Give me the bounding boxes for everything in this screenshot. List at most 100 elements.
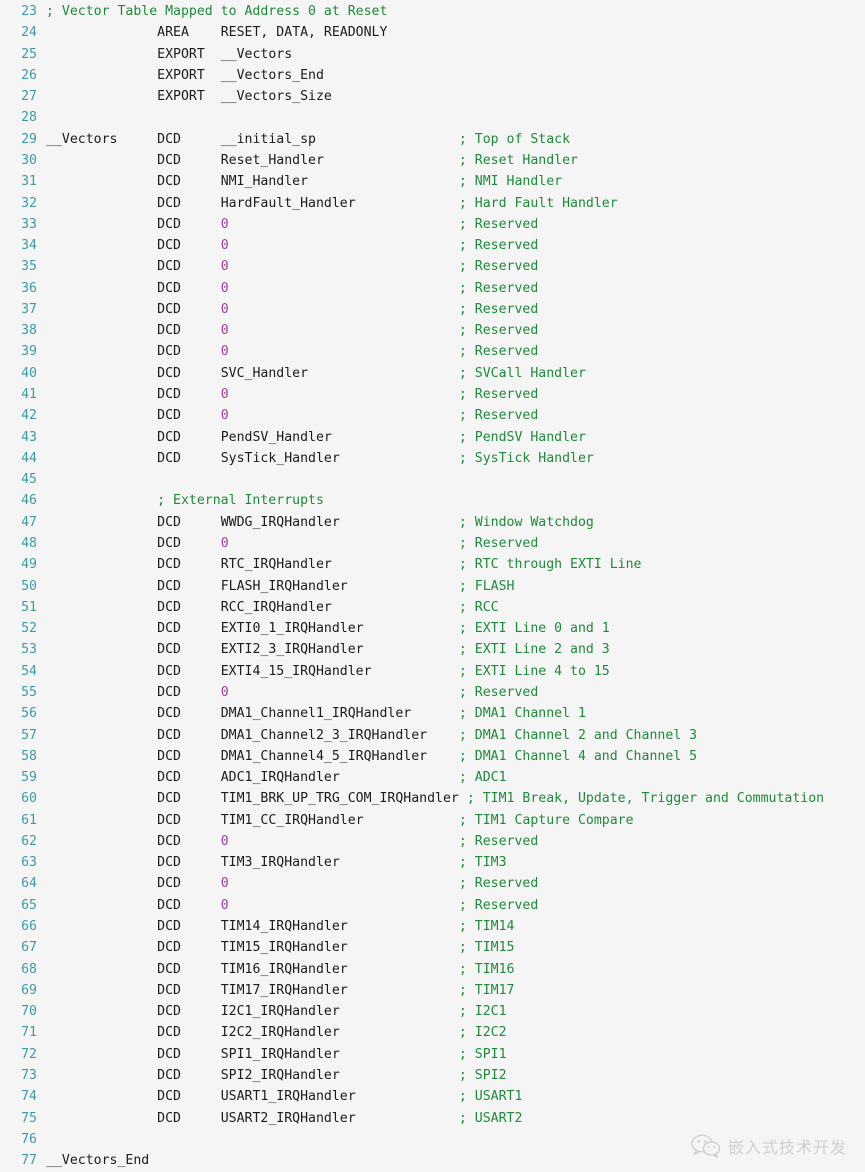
code-directive: DCD xyxy=(157,195,181,211)
line-number: 28 xyxy=(21,110,37,126)
code-comment: ; Reserved xyxy=(458,684,539,700)
code-operand: FLASH_IRQHandler xyxy=(220,578,348,594)
code-operand: PendSV_Handler xyxy=(220,429,332,445)
code-directive: DCD xyxy=(157,365,181,381)
code-number: 0 xyxy=(220,897,229,913)
line-number: 66 xyxy=(21,919,37,935)
code-text: DCD DMA1_Channel2_3_IRQHandler ; DMA1 Ch… xyxy=(46,725,697,746)
code-comment: ; External Interrupts xyxy=(157,493,324,509)
code-comment: ; EXTI Line 0 and 1 xyxy=(458,621,610,637)
code-text: ; External Interrupts xyxy=(46,490,324,511)
code-comment: ; SPI1 xyxy=(458,1046,507,1062)
line-number: 56 xyxy=(21,706,37,722)
code-listing[interactable]: 23 ; Vector Table Mapped to Address 0 at … xyxy=(0,0,865,1172)
code-text: DCD ADC1_IRQHandler ; ADC1 xyxy=(46,767,506,788)
line-number: 36 xyxy=(21,280,37,296)
code-directive: DCD xyxy=(157,940,181,956)
code-text: DCD 0 ; Reserved xyxy=(46,895,538,916)
line-number: 62 xyxy=(21,833,37,849)
code-operand: SPI2_IRQHandler xyxy=(220,1068,340,1083)
code-directive: DCD xyxy=(157,344,181,360)
code-text: DCD HardFault_Handler ; Hard Fault Handl… xyxy=(46,193,618,214)
code-operand: TIM14_IRQHandler xyxy=(220,919,348,935)
code-number: 0 xyxy=(220,216,229,232)
code-directive: DCD xyxy=(157,259,181,275)
code-operand: WWDG_IRQHandler xyxy=(220,514,340,530)
line-number: 42 xyxy=(21,408,37,424)
code-comment: ; Reserved xyxy=(458,536,539,551)
code-text: DCD Reset_Handler ; Reset Handler xyxy=(46,150,578,171)
code-operand: NMI_Handler xyxy=(220,174,309,190)
line-number: 30 xyxy=(21,152,37,168)
code-operand: DMA1_Channel4_5_IRQHandler xyxy=(220,748,428,764)
code-comment: ; PendSV Handler xyxy=(458,429,586,445)
code-number: 0 xyxy=(220,259,229,275)
code-comment: ; Top of Stack xyxy=(458,131,571,147)
code-text: DCD 0 ; Reserved xyxy=(46,384,538,405)
line-number: 61 xyxy=(21,812,37,828)
code-text: DCD SPI2_IRQHandler ; SPI2 xyxy=(46,1065,507,1086)
code-number: 0 xyxy=(220,238,229,254)
code-operand: __initial_sp xyxy=(220,131,316,147)
line-number: 69 xyxy=(21,982,37,998)
line-number: 39 xyxy=(21,344,37,360)
line-number: 55 xyxy=(21,684,37,700)
code-operand: USART2_IRQHandler xyxy=(220,1110,356,1126)
line-number: 43 xyxy=(21,429,37,445)
code-operand: Reset_Handler xyxy=(220,152,324,168)
code-comment: ; DMA1 Channel 4 and Channel 5 xyxy=(458,748,698,764)
line-number: 52 xyxy=(21,621,37,637)
code-directive: DCD xyxy=(157,919,181,935)
code-directive: DCD xyxy=(157,770,181,786)
line-number: 59 xyxy=(21,770,37,786)
code-text: DCD 0 ; Reserved xyxy=(46,873,538,894)
code-text: DCD TIM1_CC_IRQHandler ; TIM1 Capture Co… xyxy=(46,810,633,831)
code-directive: DCD xyxy=(157,663,181,679)
code-comment: ; RTC through EXTI Line xyxy=(458,557,642,573)
code-operand: RTC_IRQHandler xyxy=(220,557,332,573)
code-comment: ; TIM16 xyxy=(458,961,515,977)
code-directive: DCD xyxy=(157,578,181,594)
code-operand: RESET, DATA, READONLY xyxy=(220,25,388,41)
code-text: EXPORT __Vectors xyxy=(46,44,292,65)
code-comment: ; RCC xyxy=(458,599,499,615)
code-directive: DCD xyxy=(157,855,181,871)
line-number: 58 xyxy=(21,748,37,764)
code-text: DCD DMA1_Channel1_IRQHandler ; DMA1 Chan… xyxy=(46,703,586,724)
code-directive: DCD xyxy=(157,706,181,722)
code-comment: ; SVCall Handler xyxy=(458,365,586,381)
code-comment: ; SPI2 xyxy=(458,1068,507,1083)
code-directive: DCD xyxy=(157,387,181,403)
code-number: 0 xyxy=(220,387,229,403)
code-text: DCD 0 ; Reserved xyxy=(46,235,538,256)
line-number: 68 xyxy=(21,961,37,977)
code-text: DCD I2C2_IRQHandler ; I2C2 xyxy=(46,1022,506,1043)
code-text: __Vectors_End xyxy=(46,1150,149,1171)
code-operand: TIM15_IRQHandler xyxy=(220,940,348,956)
code-comment: ; Reserved xyxy=(458,833,539,849)
code-text: DCD RCC_IRQHandler ; RCC xyxy=(46,597,499,618)
code-text: DCD RTC_IRQHandler ; RTC through EXTI Li… xyxy=(46,554,642,575)
line-number: 67 xyxy=(21,940,37,956)
line-number: 41 xyxy=(21,387,37,403)
code-text: DCD TIM17_IRQHandler ; TIM17 xyxy=(46,980,514,1001)
code-text: ; Vector Table Mapped to Address 0 at Re… xyxy=(46,1,387,22)
code-text: DCD PendSV_Handler ; PendSV Handler xyxy=(46,427,586,448)
code-comment: ; TIM15 xyxy=(458,940,515,956)
code-text: DCD 0 ; Reserved xyxy=(46,533,538,554)
line-number: 63 xyxy=(21,855,37,871)
code-comment: ; Reserved xyxy=(458,408,539,424)
code-comment: ; Reset Handler xyxy=(458,152,578,168)
code-directive: DCD xyxy=(157,1004,181,1020)
code-text: DCD EXTI4_15_IRQHandler ; EXTI Line 4 to… xyxy=(46,661,610,682)
code-text: DCD EXTI2_3_IRQHandler ; EXTI Line 2 and… xyxy=(46,639,610,660)
code-text: __Vectors DCD __initial_sp ; Top of Stac… xyxy=(46,129,570,150)
code-comment: ; Reserved xyxy=(458,301,539,317)
code-operand: TIM1_CC_IRQHandler xyxy=(220,812,364,828)
code-directive: DCD xyxy=(157,1089,181,1105)
line-number: 70 xyxy=(21,1004,37,1020)
code-directive: EXPORT xyxy=(157,67,205,83)
code-label: __Vectors xyxy=(46,131,118,147)
code-comment: ; DMA1 Channel 2 and Channel 3 xyxy=(458,727,698,743)
line-number: 72 xyxy=(21,1046,37,1062)
